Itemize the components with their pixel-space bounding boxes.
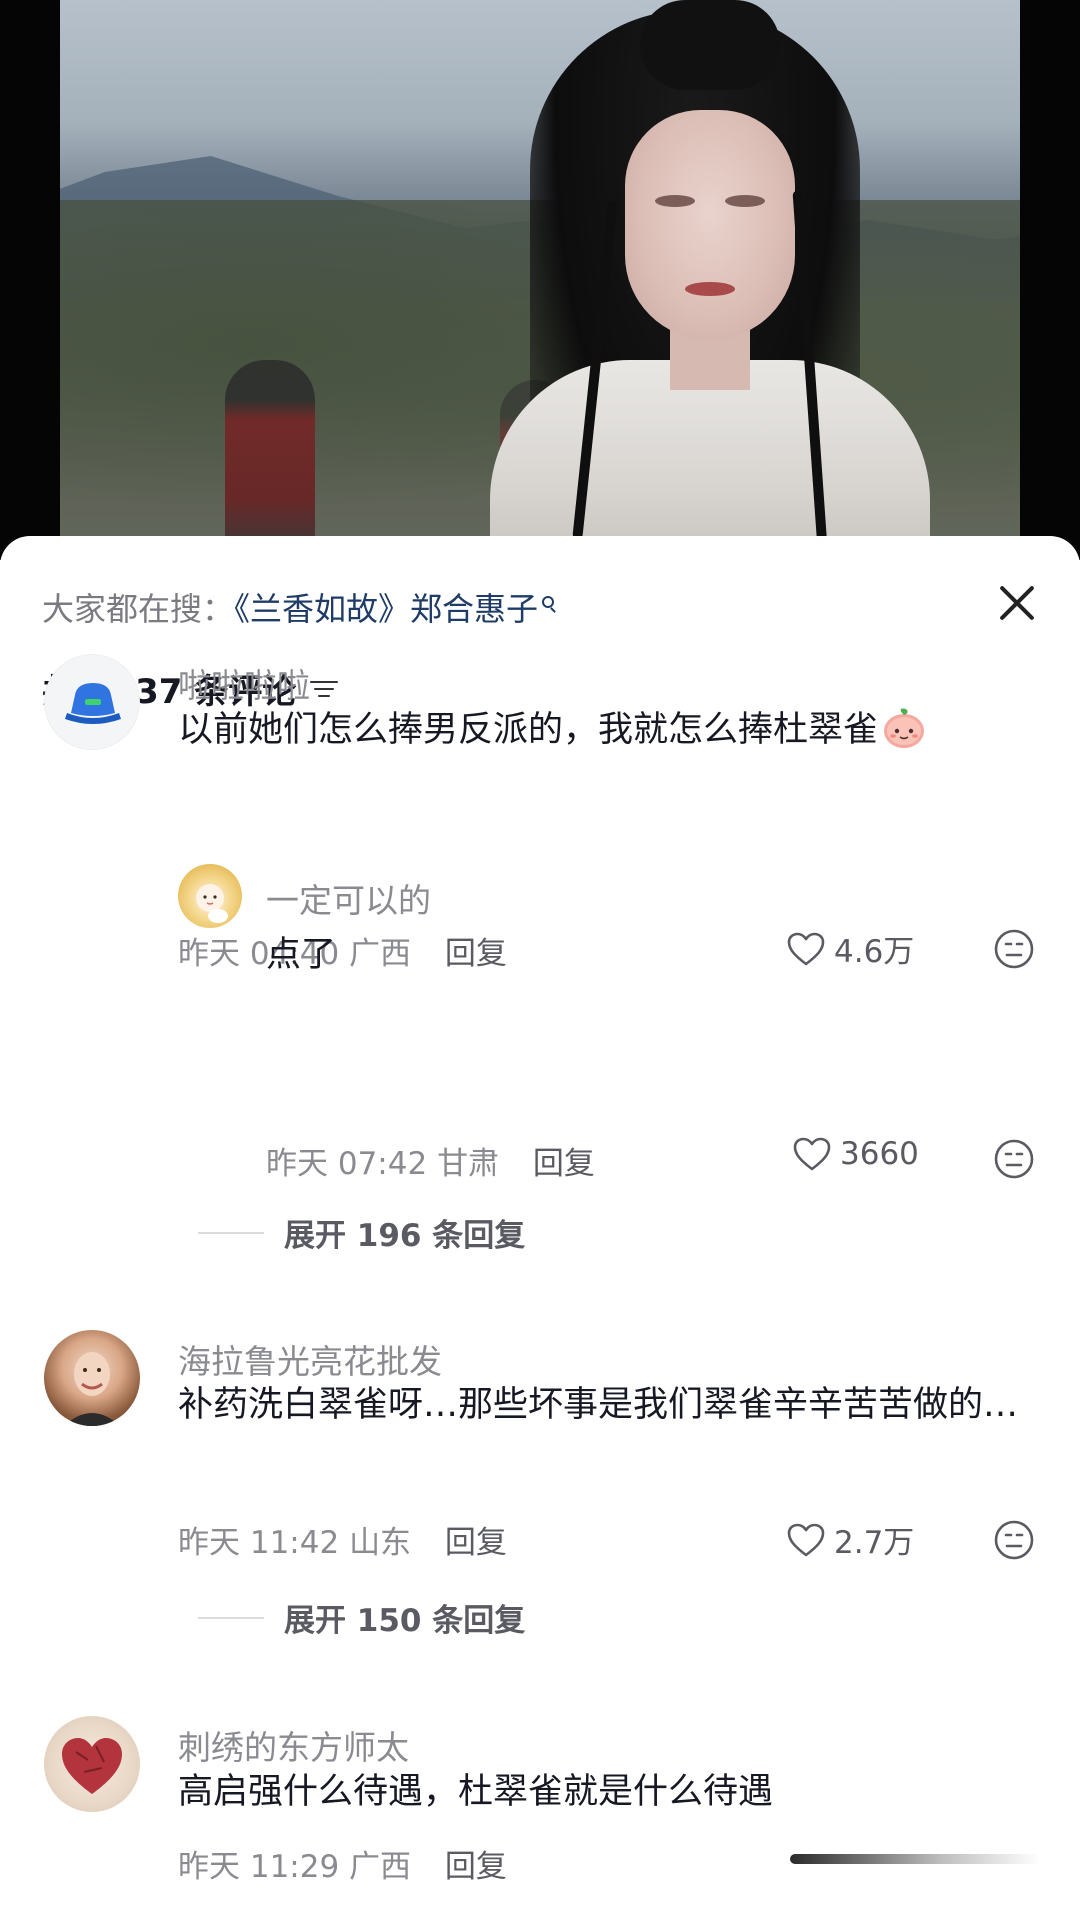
avatar[interactable] (178, 864, 242, 928)
video-frame (60, 0, 1020, 560)
main-character (440, 0, 960, 560)
expand-replies-label: 展开 196 条回复 (284, 1218, 526, 1254)
divider-line (198, 1231, 264, 1234)
avatar[interactable] (44, 1330, 140, 1426)
comment-content: 高启强什么待遇，杜翠雀就是什么待遇 (178, 1772, 774, 1812)
sort-icon[interactable] (310, 677, 340, 701)
search-suggestion[interactable]: 大家都在搜：《兰香如故》郑合惠子 (42, 584, 555, 630)
reply-button[interactable]: 回复 (445, 1849, 507, 1885)
comment-time: 昨天 11:42 (178, 1525, 340, 1561)
comment-content: 补药洗白翠雀呀…那些坏事是我们翠雀辛辛苦苦做的… (178, 1385, 1019, 1425)
heart-icon (793, 1137, 831, 1171)
reply-location: 甘肃 (437, 1146, 500, 1182)
comments-sheet: 大家都在搜：《兰香如故》郑合惠子 共 1737 条评论 啦啦啦啦 以前她们怎么捧… (0, 536, 1080, 1930)
reply-button[interactable]: 回复 (445, 1525, 507, 1561)
peach-face-emoji (884, 708, 925, 748)
expand-replies-button[interactable]: 展开 196 条回复 (198, 1210, 525, 1255)
like-count: 3660 (840, 1136, 919, 1172)
expand-replies-label: 展开 150 条回复 (284, 1603, 526, 1639)
embroidered-heart-icon (62, 1738, 122, 1794)
like-count: 2.7万 (834, 1525, 915, 1561)
expand-replies-button[interactable]: 展开 150 条回复 (198, 1595, 525, 1640)
video-player[interactable] (0, 0, 1080, 560)
reply-button[interactable]: 回复 (533, 1146, 595, 1182)
reply-meta: 昨天 07:42 甘肃 回复 (266, 1138, 595, 1183)
reply-content: 点了 (266, 935, 337, 975)
background-figure (225, 360, 315, 560)
like-button[interactable]: 2.7万 (786, 1517, 914, 1562)
avatar[interactable] (44, 654, 140, 750)
heart-icon (787, 1523, 825, 1556)
comment-location: 山东 (349, 1525, 412, 1561)
comment-location: 广西 (349, 1849, 412, 1885)
search-suggestion-prefix: 大家都在搜： (42, 590, 235, 628)
comment-time: 昨天 11:29 (178, 1849, 340, 1885)
dislike-face-icon[interactable] (993, 1519, 1035, 1561)
bucket-hat-icon (65, 683, 121, 724)
search-icon (542, 596, 555, 608)
comment-content: 以前她们怎么捧男反派的，我就怎么捧杜翠雀 (178, 699, 1058, 761)
portrait-avatar-icon (64, 1352, 120, 1426)
close-icon[interactable] (990, 576, 1044, 630)
comment-text: 以前她们怎么捧男反派的，我就怎么捧杜翠雀 (178, 710, 879, 750)
avatar[interactable] (44, 1716, 140, 1812)
dislike-face-icon[interactable] (993, 1138, 1035, 1180)
search-suggestion-term[interactable]: 《兰香如故》郑合惠子 (234, 590, 538, 628)
like-button[interactable]: 3660 (792, 1136, 919, 1172)
comment-meta: 昨天 11:29 广西 回复 (178, 1841, 507, 1886)
scroll-indicator (790, 1854, 1040, 1864)
reply-time: 昨天 07:42 (266, 1146, 428, 1182)
cartoon-girl-avatar-icon (196, 884, 228, 923)
divider-line (198, 1616, 264, 1619)
comment-meta: 昨天 11:42 山东 回复 (178, 1517, 507, 1562)
reply-author[interactable]: 一定可以的 (266, 874, 431, 922)
